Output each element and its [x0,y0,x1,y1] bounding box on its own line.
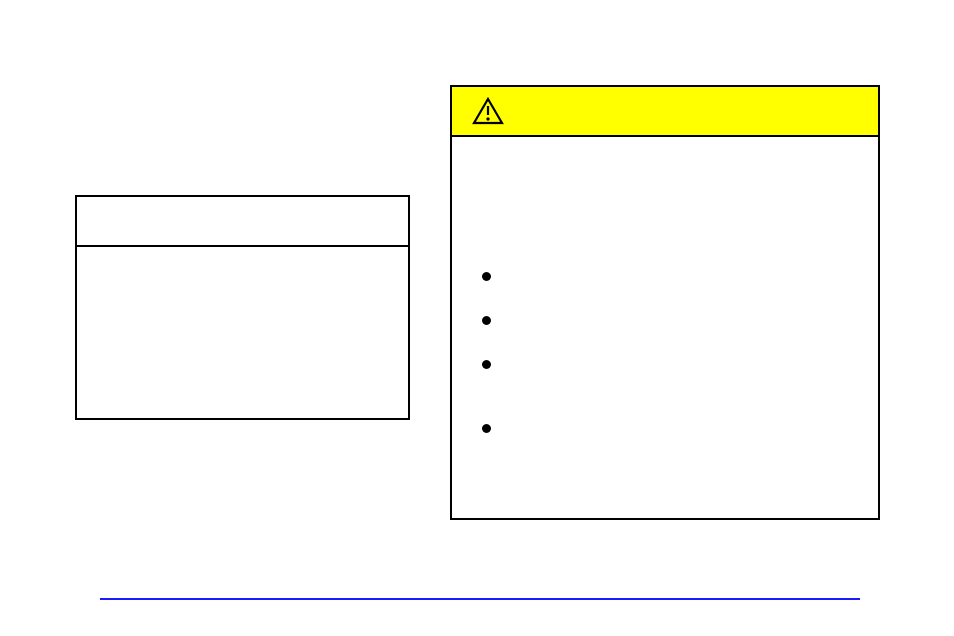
left-info-box [75,195,410,420]
list-item-bullet [482,316,491,325]
list-item-bullet [482,424,491,433]
list-item-bullet [482,360,491,369]
footer-divider [100,598,860,600]
warning-triangle-icon [472,97,504,125]
caution-box [450,85,880,520]
caution-header [452,87,878,137]
list-item-bullet [482,272,491,281]
document-page [0,0,954,636]
left-box-header [77,197,408,247]
caution-bullet-list [482,272,491,468]
